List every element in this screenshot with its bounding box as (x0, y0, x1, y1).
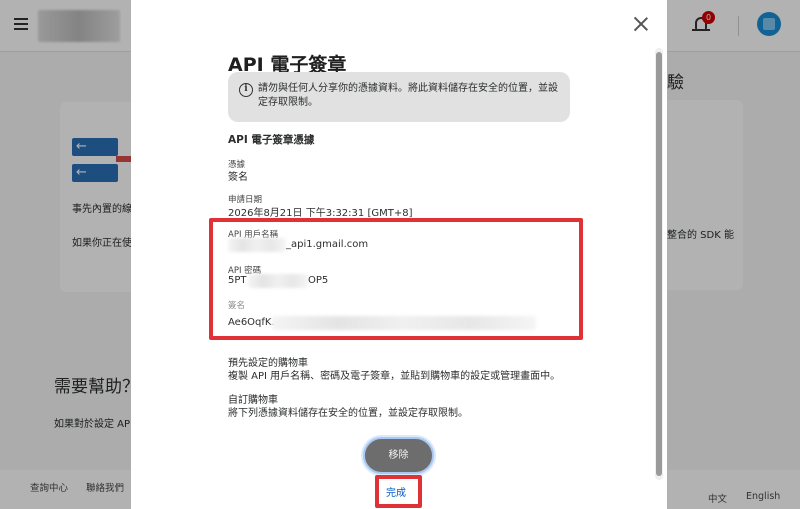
close-icon[interactable] (632, 15, 650, 33)
scrollbar-thumb[interactable] (656, 52, 662, 476)
done-link[interactable]: 完成 (386, 484, 406, 499)
request-date-value: 2026年8月21日 下午3:32:31 [GMT+8] (228, 208, 413, 219)
preset-cart-text: 複製 API 用戶名稱、密碼及電子簽章，並貼到購物車的設定或管理畫面中。 (228, 371, 561, 382)
credentials-section-title: API 電子簽章憑據 (228, 134, 315, 146)
credential-value: 簽名 (228, 172, 248, 183)
credentials-highlight-box (209, 218, 583, 340)
remove-button[interactable]: 移除 (363, 437, 434, 474)
notice-text: 請勿與任何人分享你的憑據資料。將此資料儲存在安全的位置，並設定存取限制。 (258, 83, 558, 108)
info-icon: i (239, 83, 253, 97)
custom-cart-text: 將下列憑據資料儲存在安全的位置，並設定存取限制。 (228, 408, 468, 419)
